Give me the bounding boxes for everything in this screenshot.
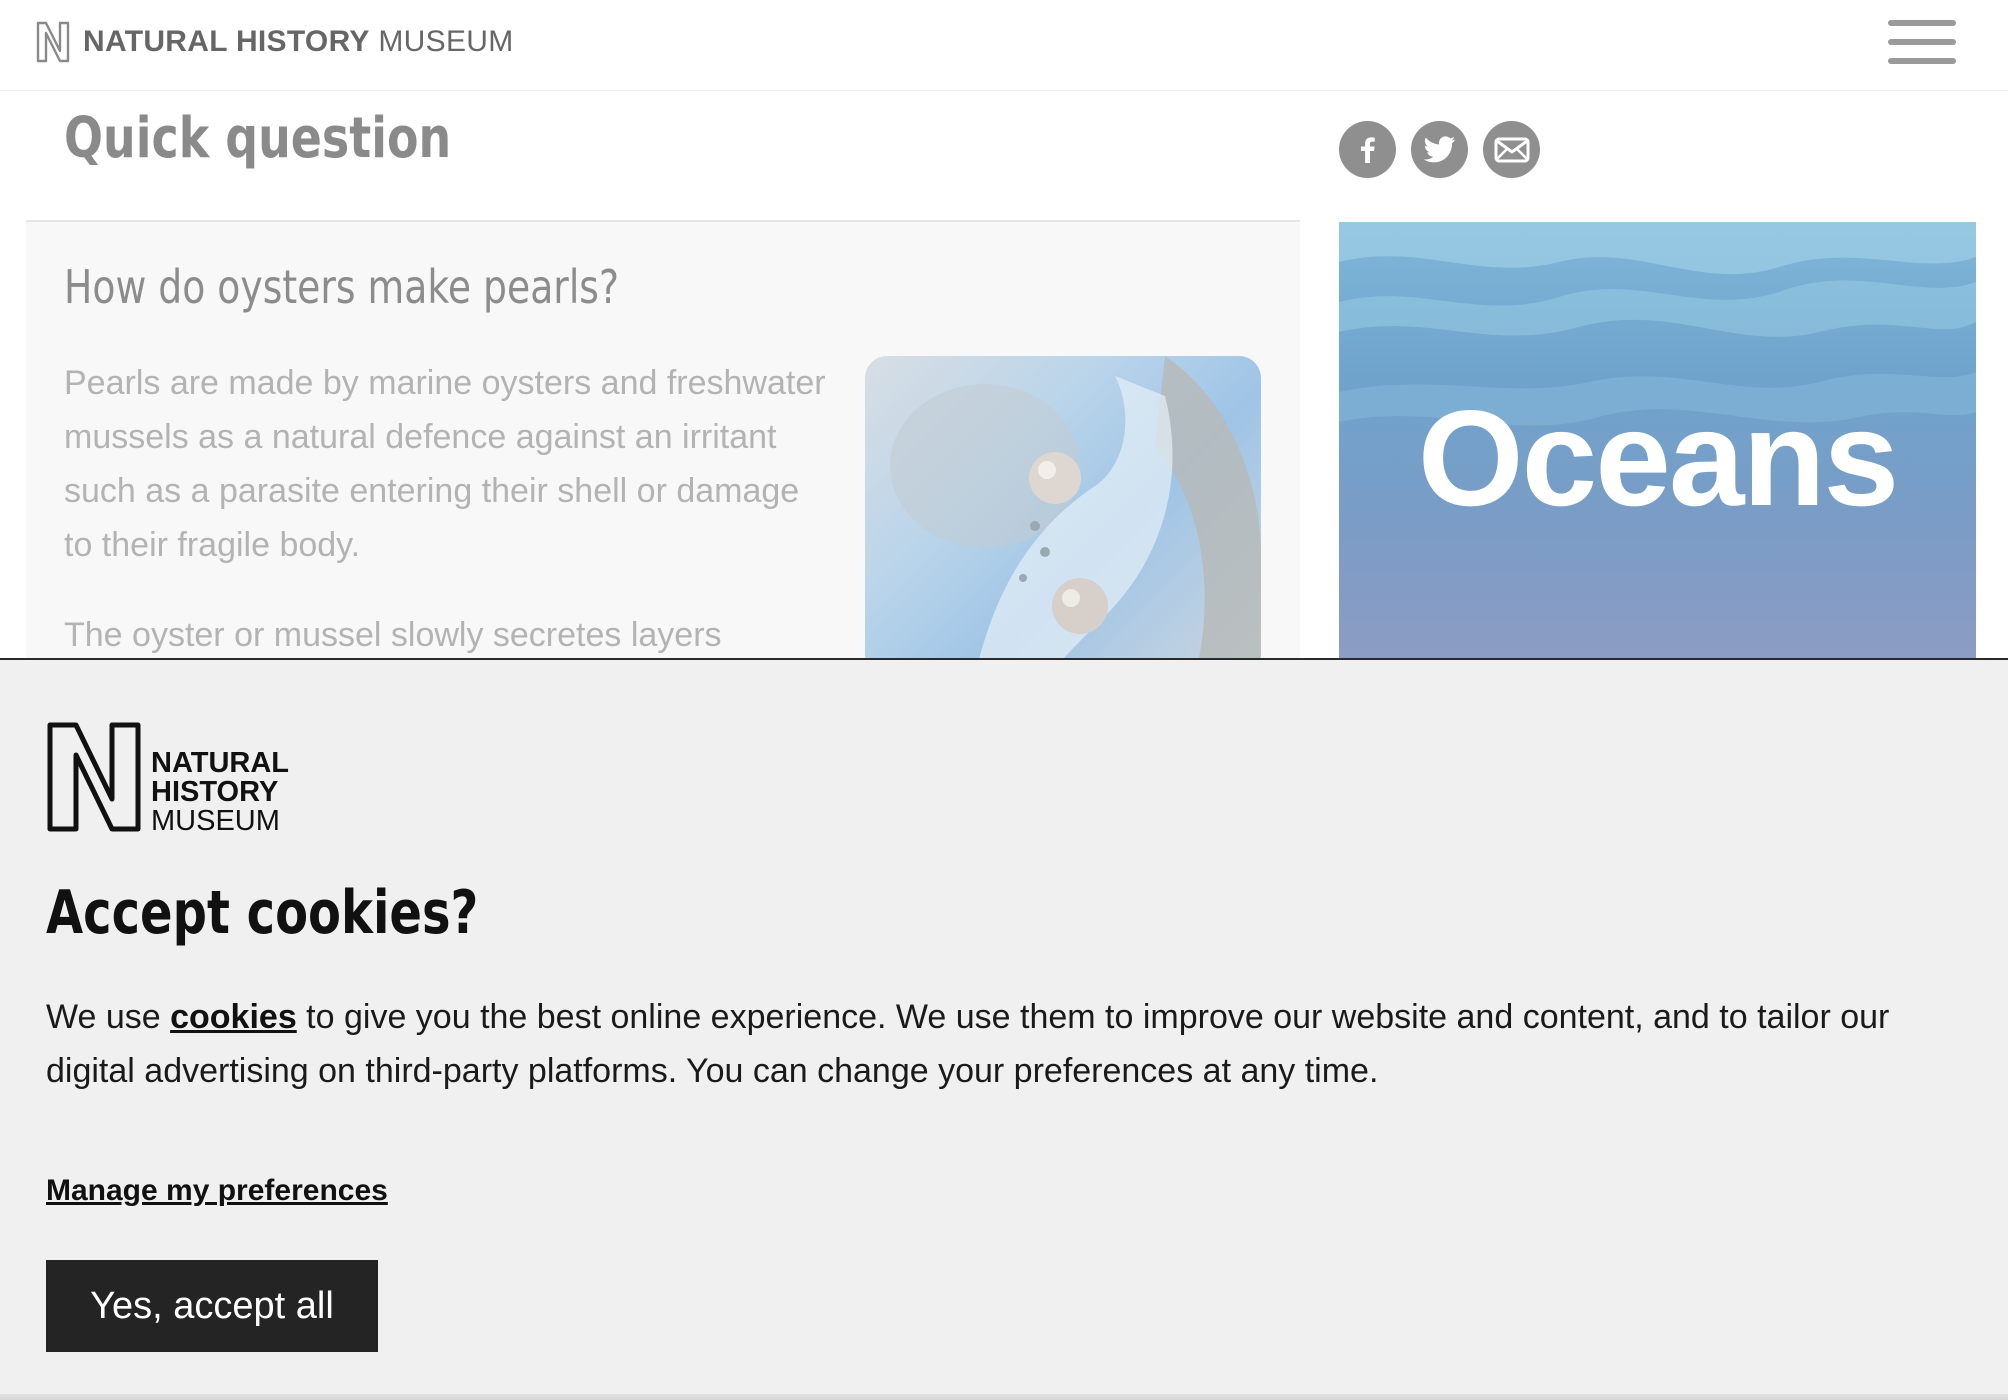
logo-line: HISTORY <box>151 776 279 808</box>
site-logo-regular: MUSEUM <box>378 25 514 58</box>
bottom-edge-shadow <box>0 1394 2008 1400</box>
museum-logo-icon <box>47 722 141 832</box>
email-icon[interactable] <box>1483 121 1540 178</box>
answer-paragraph: Pearls are made by marine oysters and fr… <box>64 364 826 564</box>
site-logo-text: NATURAL HISTORY MUSEUM <box>83 25 514 59</box>
cookie-banner: NATURAL HISTORY MUSEUM Accept cookies? W… <box>0 658 2008 1400</box>
logo-line: MUSEUM <box>151 805 280 837</box>
facebook-icon[interactable] <box>1339 121 1396 178</box>
page-title: Quick question <box>64 106 452 171</box>
site-logo-bold: NATURAL HISTORY <box>83 25 370 58</box>
share-buttons <box>1339 121 1540 178</box>
promo-title: Oceans <box>1417 382 1899 534</box>
site-logo[interactable]: NATURAL HISTORY MUSEUM <box>36 20 514 64</box>
hamburger-menu-icon[interactable] <box>1888 20 1956 64</box>
cookie-banner-text: We use cookies to give you the best onli… <box>46 990 1966 1098</box>
menu-bar <box>1888 20 1956 26</box>
museum-logo-icon <box>36 21 70 63</box>
accept-all-button[interactable]: Yes, accept all <box>46 1260 378 1352</box>
question-heading: How do oysters make pearls? <box>64 260 619 314</box>
question-card: How do oysters make pearls? Pearls are m… <box>26 220 1300 660</box>
pearl-image-art <box>890 356 1261 660</box>
cookie-banner-title: Accept cookies? <box>46 878 479 948</box>
logo-line: NATURAL <box>151 747 289 779</box>
cookie-banner-logo-text: NATURAL HISTORY MUSEUM <box>151 749 289 836</box>
cookie-text-before: We use <box>46 998 171 1036</box>
twitter-icon[interactable] <box>1411 121 1468 178</box>
oceans-promo[interactable]: Oceans <box>1339 222 1976 662</box>
answer-paragraph: The oyster or mussel slowly secretes lay… <box>64 616 722 654</box>
menu-bar <box>1888 39 1956 45</box>
pearl-oyster-image <box>865 356 1261 660</box>
manage-preferences-link[interactable]: Manage my preferences <box>46 1174 388 1208</box>
cookie-banner-logo: NATURAL HISTORY MUSEUM <box>46 721 289 836</box>
menu-bar <box>1888 58 1956 64</box>
cookie-text-after: to give you the best online experience. … <box>46 998 1890 1090</box>
site-header: NATURAL HISTORY MUSEUM <box>0 0 2008 91</box>
cookies-link[interactable]: cookies <box>170 998 297 1036</box>
